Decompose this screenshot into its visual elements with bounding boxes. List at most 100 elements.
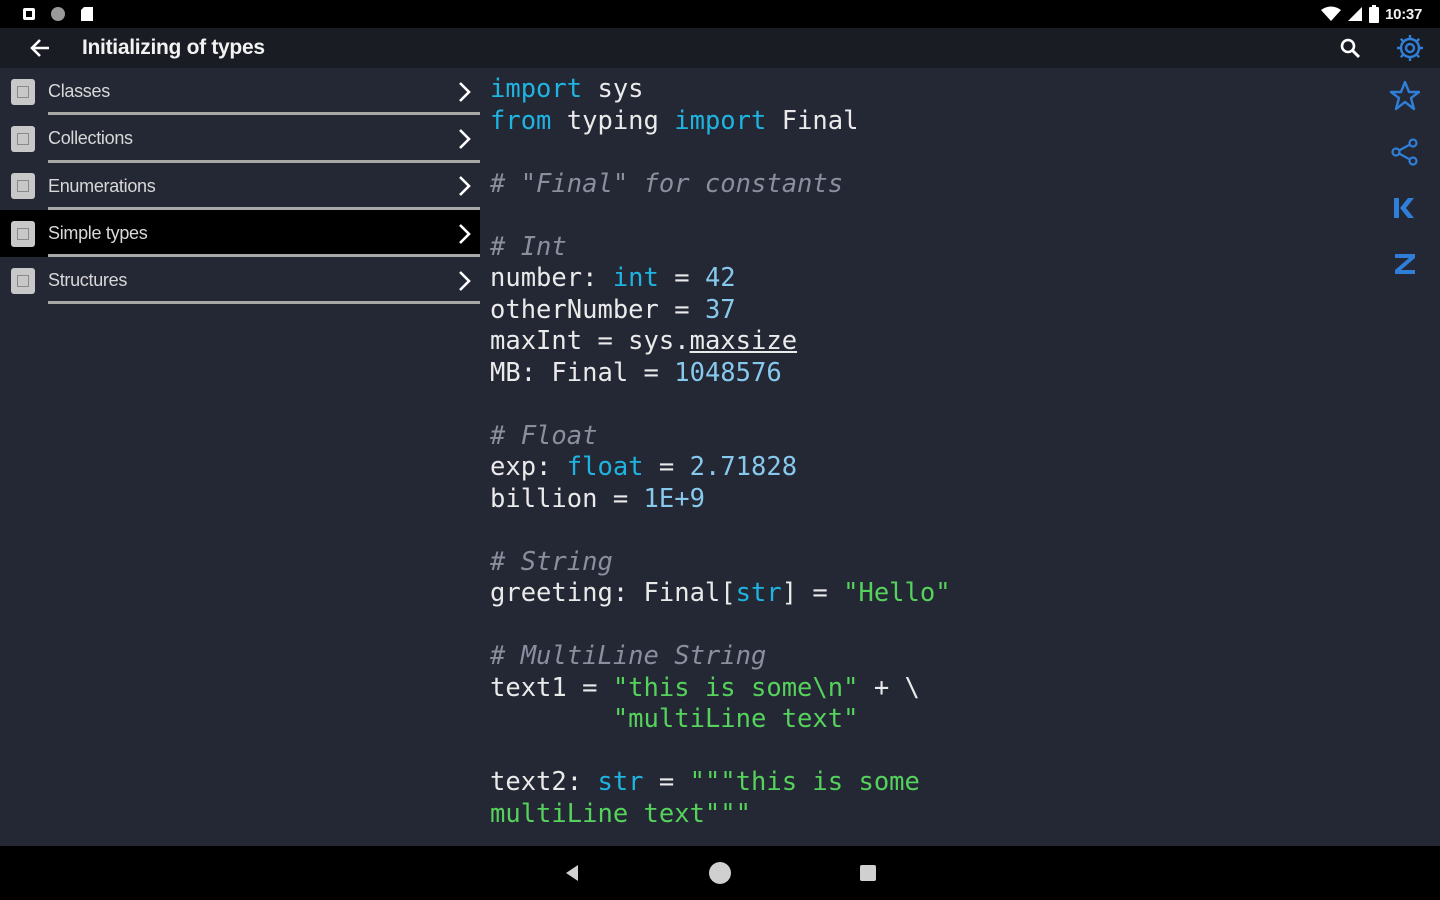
- search-button[interactable]: [1320, 28, 1380, 68]
- sidebar-list: Classes Collections Enumerations Simple …: [0, 68, 480, 846]
- settings-button[interactable]: [1380, 28, 1440, 68]
- code-token: "Hello": [843, 578, 951, 608]
- code-token: # Float: [490, 420, 598, 451]
- code-token: from: [490, 105, 552, 136]
- settings-gear-icon: [1397, 35, 1423, 61]
- chevron-right-icon: [459, 176, 471, 197]
- code-token: # Int: [490, 231, 567, 262]
- notification-icon: [23, 8, 35, 20]
- recents-square-icon: [860, 865, 876, 881]
- code-token: exp:: [490, 452, 567, 482]
- code-token: otherNumber =: [490, 294, 705, 325]
- code-token: 37: [704, 294, 736, 325]
- code-token: """this is some: [689, 767, 920, 797]
- chevron-right-icon: [459, 129, 471, 149]
- code-token: int: [612, 263, 659, 293]
- code-token: =: [643, 767, 690, 797]
- nav-home-button[interactable]: [705, 858, 735, 888]
- code-line: from typing import Final: [490, 106, 1370, 138]
- code-token: typing: [551, 105, 675, 136]
- divider: [48, 301, 480, 305]
- nav-back-button[interactable]: [557, 858, 587, 888]
- first-item-icon: [1394, 198, 1414, 218]
- code-line: text1 = "this is some\n" + \: [490, 673, 1370, 705]
- first-item-button[interactable]: [1370, 180, 1440, 236]
- code-token: maxInt = sys.: [490, 326, 690, 356]
- code-token: float: [566, 452, 644, 482]
- code-line: text2: str = """this is some: [490, 767, 1370, 799]
- share-button[interactable]: [1370, 124, 1440, 180]
- sidebar-item-enumerations[interactable]: Enumerations: [0, 163, 480, 210]
- code-token: text2:: [490, 767, 598, 797]
- nav-recents-button[interactable]: [853, 858, 883, 888]
- code-token: # String: [490, 546, 613, 577]
- favorite-button[interactable]: [1370, 68, 1440, 124]
- code-token: + \: [858, 672, 920, 703]
- sidebar-item-structures[interactable]: Structures: [0, 257, 480, 305]
- app-bar: Initializing of types: [0, 28, 1440, 68]
- home-circle-icon: [709, 862, 731, 884]
- code-line: "multiLine text": [490, 704, 1370, 736]
- code-token: MB: Final =: [490, 357, 675, 388]
- share-icon: [1391, 138, 1418, 166]
- code-line: billion = 1E+9: [490, 484, 1370, 516]
- code-token: 1E+9: [643, 483, 705, 514]
- code-token: 1048576: [674, 357, 782, 388]
- code-token: greeting: Final[: [490, 578, 736, 608]
- system-nav-bar: [0, 846, 1440, 900]
- sidebar-item-label: Structures: [48, 270, 128, 291]
- document-icon: [11, 220, 35, 247]
- code-line: maxInt = sys.maxsize: [490, 326, 1370, 358]
- code-line: otherNumber = 37: [490, 295, 1370, 327]
- code-token: 42: [704, 263, 736, 293]
- code-line: number: int = 42: [490, 263, 1370, 295]
- code-line: # String: [490, 547, 1370, 579]
- code-line: import sys: [490, 74, 1370, 106]
- document-icon: [11, 173, 35, 200]
- code-token: text1 =: [490, 672, 613, 703]
- back-triangle-icon: [566, 865, 578, 881]
- page-title: Initializing of types: [82, 36, 265, 59]
- code-token: import: [674, 105, 767, 136]
- document-icon: [11, 267, 35, 294]
- back-button[interactable]: [8, 28, 72, 68]
- sidebar-item-collections[interactable]: Collections: [0, 115, 480, 163]
- code-token: billion =: [490, 483, 644, 514]
- sidebar-item-classes[interactable]: Classes: [0, 68, 480, 116]
- code-line: # Float: [490, 421, 1370, 453]
- document-icon: [11, 125, 35, 152]
- code-token: ] =: [781, 578, 844, 608]
- sidebar-item-label: Collections: [48, 128, 133, 149]
- code-line: # MultiLine String: [490, 641, 1370, 673]
- sidebar-item-label: Classes: [48, 81, 110, 102]
- chevron-right-icon: [459, 270, 471, 291]
- document-icon: [11, 78, 35, 105]
- code-token: maxsize: [689, 326, 798, 356]
- code-token: # MultiLine String: [490, 641, 767, 671]
- code-line: MB: Final = 1048576: [490, 358, 1370, 390]
- code-line: exp: float = 2.71828: [490, 452, 1370, 484]
- sidebar-item-simple-types[interactable]: Simple types: [0, 209, 480, 258]
- code-line: multiLine text""": [490, 799, 1370, 831]
- code-token: Final: [766, 105, 859, 136]
- last-item-button[interactable]: [1370, 236, 1440, 292]
- code-token: 2.71828: [689, 452, 798, 482]
- code-token: sys: [582, 74, 644, 104]
- circle-icon: [51, 7, 65, 21]
- code-token: multiLine text""": [490, 798, 751, 829]
- code-token: number:: [490, 263, 613, 293]
- code-token: "multiLine text": [612, 704, 859, 734]
- code-viewer[interactable]: import sys from typing import Final # "Fin…: [490, 74, 1370, 830]
- code-token: =: [643, 452, 690, 482]
- sidebar-item-label: Simple types: [48, 223, 148, 244]
- sidebar-item-label: Enumerations: [48, 175, 156, 196]
- back-arrow-icon: [30, 39, 49, 57]
- code-line: # Int: [490, 232, 1370, 264]
